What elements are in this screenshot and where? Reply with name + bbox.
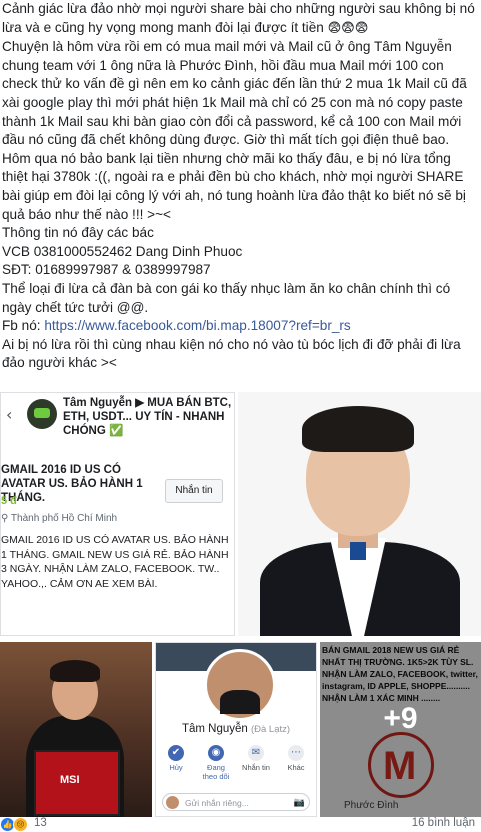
reactions[interactable]: 👍 😢 13 <box>0 817 47 832</box>
photo-gallery: ‹ Tâm Nguyễn ▶ MUA BÁN BTC, ETH, USDT...… <box>0 392 481 817</box>
photo-person-with-box[interactable] <box>0 642 152 817</box>
back-arrow-icon: ‹ <box>6 405 13 424</box>
messenger-icon: ✉ <box>248 745 264 761</box>
listing-title: GMAIL 2016 ID US CÓ AVATAR US. BẢO HÀNH … <box>1 464 143 504</box>
photo-portrait[interactable] <box>238 392 481 636</box>
more-photos-count: +9 <box>383 702 418 735</box>
phone-numbers: SĐT: 01689997987 & 0389997987 <box>2 262 211 278</box>
photo-more-overlay[interactable]: BÁN GMAIL 2018 NEW US GIÁ RẺ NHẤT THỊ TR… <box>320 642 481 817</box>
sad-reaction-icon: 😢 <box>13 817 28 832</box>
fb-label: Fb nó: <box>2 318 45 334</box>
post-paragraph: Ai bị nó lừa rồi thì cùng nhau kiện nó c… <box>2 336 461 371</box>
scared-face-emoji: 😨😨😨 <box>327 20 369 36</box>
post-paragraph: Thể loại đi lừa cả đàn bà con gái ko thấ… <box>2 280 451 315</box>
product-box <box>34 750 120 816</box>
camera-icon: 📷 <box>293 798 305 808</box>
post-paragraph: Chuyện là hôm vừa rồi em có mua mail mới… <box>2 39 467 222</box>
reaction-count: 13 <box>34 817 47 829</box>
listing-description: GMAIL 2016 ID US CÓ AVATAR US. BẢO HÀNH … <box>1 534 229 590</box>
action-following: ◉ Đang theo dõi <box>202 745 230 781</box>
private-message-composer: Gửi nhắn riêng... 📷 <box>162 793 310 811</box>
person-check-icon: ✔ <box>168 745 184 761</box>
rss-icon: ◉ <box>208 745 224 761</box>
message-button: Nhắn tin <box>165 479 223 503</box>
fb-line: Fb nó: https://www.facebook.com/bi.map.1… <box>2 317 478 336</box>
profile-name: Tâm Nguyễn (Đà Lạtz) <box>181 723 291 735</box>
post-paragraph: Cảnh giác lừa đảo nhờ mọi người share bà… <box>2 1 475 36</box>
person-hair <box>50 660 100 682</box>
listing-location: ⚲ Thành phố Hồ Chí Minh <box>1 513 118 524</box>
more-icon: ⋯ <box>288 745 304 761</box>
action-message: ✉ Nhắn tin <box>242 745 270 772</box>
photo-marketplace-listing[interactable]: ‹ Tâm Nguyễn ▶ MUA BÁN BTC, ETH, USDT...… <box>0 392 235 636</box>
comments-count-link[interactable]: 16 bình luận <box>412 817 475 829</box>
listing-header: ‹ Tâm Nguyễn ▶ MUA BÁN BTC, ETH, USDT...… <box>1 393 234 455</box>
post-text: Cảnh giác lừa đảo nhờ mọi người share bà… <box>2 0 478 373</box>
action-unfriend: ✔ Hủy <box>168 745 184 772</box>
fb-profile-link[interactable]: https://www.facebook.com/bi.map.18007?re… <box>44 318 350 333</box>
seller-name: Tâm Nguyễn ▶ MUA BÁN BTC, ETH, USDT... U… <box>63 397 232 437</box>
composer-avatar <box>166 796 179 809</box>
bank-account: VCB 0381000552462 Dang Dinh Phuoc <box>2 243 243 259</box>
listing-price: 5 đ <box>1 495 17 507</box>
action-more: ⋯ Khác <box>287 745 305 772</box>
seller-avatar <box>27 399 57 429</box>
portrait-bowtie <box>350 542 366 560</box>
post-footer: 👍 😢 13 16 bình luận <box>0 817 481 832</box>
location-pin-icon: ⚲ <box>1 513 11 524</box>
post-paragraph: Thông tin nó đây các bác <box>2 225 154 241</box>
profile-picture <box>204 649 276 721</box>
profile-actions: ✔ Hủy ◉ Đang theo dõi ✉ Nhắn tin ⋯ Khác <box>156 743 316 783</box>
portrait-hair <box>302 406 414 452</box>
photo-profile-screenshot[interactable]: Tâm Nguyễn (Đà Lạtz) ✔ Hủy ◉ Đang theo dõi… <box>155 642 317 817</box>
